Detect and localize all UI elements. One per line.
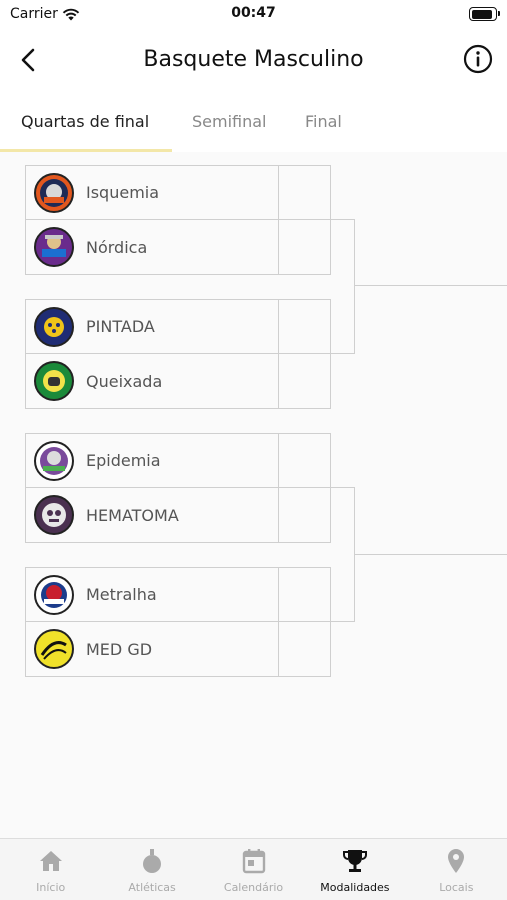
- nav-item-calendario[interactable]: Calendário: [203, 839, 304, 900]
- location-pin-icon: [448, 849, 465, 873]
- team-name: MED GD: [86, 639, 153, 659]
- info-button[interactable]: [463, 44, 493, 74]
- team-row[interactable]: Isquemia: [26, 166, 330, 220]
- team-logo-nordica: [34, 227, 74, 267]
- tab-final[interactable]: Final: [305, 112, 342, 131]
- nav-item-modalidades[interactable]: Modalidades: [304, 839, 405, 900]
- tab-quartas-de-final[interactable]: Quartas de final: [21, 112, 149, 131]
- team-logo-medgd: [34, 629, 74, 669]
- team-name: Isquemia: [86, 183, 160, 202]
- team-logo-hematoma: [34, 495, 74, 535]
- round-tabs: Quartas de final Semifinal Final: [0, 92, 507, 152]
- bracket-connector: [330, 353, 355, 354]
- team-name: Queixada: [86, 371, 163, 391]
- match-card: PINTADA Queixada: [25, 299, 331, 409]
- nav-label: Locais: [439, 881, 474, 894]
- clock: 00:47: [231, 5, 276, 21]
- score-box: [278, 220, 330, 274]
- team-logo-pintada: [34, 306, 74, 347]
- team-name: HEMATOMA: [86, 505, 179, 525]
- team-row[interactable]: Nórdica: [26, 220, 330, 274]
- team-name: Epidemia: [86, 451, 161, 470]
- tab-semifinal[interactable]: Semifinal: [192, 112, 267, 131]
- nav-label: Início: [36, 881, 66, 894]
- nav-label: Modalidades: [320, 881, 390, 894]
- match-card: Metralha MED GD: [25, 567, 331, 677]
- battery-icon: [469, 7, 500, 21]
- team-row[interactable]: Queixada: [26, 354, 330, 408]
- bracket-connector: [354, 554, 507, 555]
- team-row[interactable]: Epidemia: [26, 434, 330, 488]
- calendar-icon: [242, 849, 265, 874]
- score-box: [278, 488, 330, 542]
- home-icon: [39, 851, 62, 871]
- team-row[interactable]: HEMATOMA: [26, 488, 330, 542]
- match-card: Isquemia Nórdica: [25, 165, 331, 275]
- nav-item-locais[interactable]: Locais: [406, 839, 507, 900]
- info-icon: [463, 44, 493, 74]
- bracket-connector: [354, 285, 507, 286]
- battery-level: [471, 9, 493, 19]
- team-logo-queixada: [34, 361, 74, 401]
- score-box: [278, 354, 330, 408]
- page-title: Basquete Masculino: [143, 47, 364, 72]
- team-row[interactable]: Metralha: [26, 568, 330, 622]
- medal-icon: [143, 849, 162, 873]
- status-bar: Carrier 00:47: [0, 0, 507, 30]
- bracket-connector: [330, 621, 355, 622]
- score-box: [278, 300, 330, 353]
- team-name: Nórdica: [86, 237, 148, 257]
- nav-label: Atléticas: [128, 881, 176, 894]
- team-logo-epidemia: [34, 440, 74, 481]
- nav-item-atleticas[interactable]: Atléticas: [101, 839, 202, 900]
- score-box: [278, 166, 330, 219]
- team-logo-metralha: [34, 574, 74, 615]
- bracket-connector: [354, 219, 355, 353]
- nav-item-inicio[interactable]: Início: [0, 839, 101, 900]
- team-row[interactable]: PINTADA: [26, 300, 330, 354]
- match-card: Epidemia HEMATOMA: [25, 433, 331, 543]
- trophy-icon: [342, 850, 367, 872]
- team-logo-isquemia: [34, 172, 74, 213]
- team-name: Metralha: [86, 585, 157, 604]
- score-box: [278, 622, 330, 676]
- bracket-connector: [330, 219, 355, 220]
- score-box: [278, 568, 330, 621]
- team-name: PINTADA: [86, 317, 155, 336]
- nav-label: Calendário: [223, 881, 284, 894]
- bottom-tab-bar: Início Atléticas Calendário Modalidades: [0, 838, 507, 900]
- bracket-connector: [330, 487, 355, 488]
- nav-header: Basquete Masculino: [0, 30, 507, 92]
- score-box: [278, 434, 330, 487]
- bracket: Isquemia Nórdica PINTADA Queixada Epidem…: [0, 152, 507, 840]
- team-row[interactable]: MED GD: [26, 622, 330, 676]
